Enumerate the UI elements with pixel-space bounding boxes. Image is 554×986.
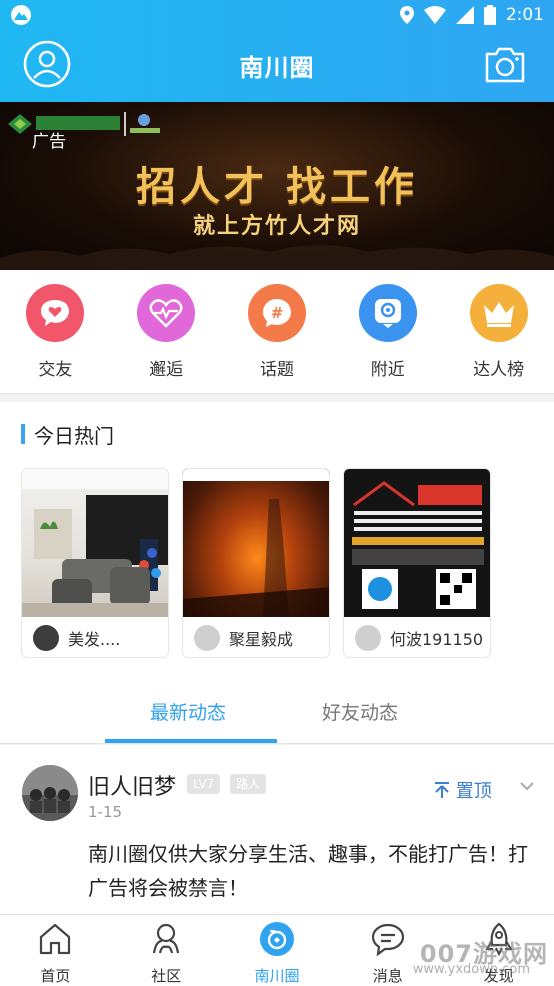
- quick-nav-encounter[interactable]: 邂逅: [111, 270, 222, 393]
- tab-friends[interactable]: 好友动态: [322, 698, 398, 725]
- hot-card[interactable]: 聚星毅成: [182, 468, 330, 658]
- message-icon: [371, 923, 404, 957]
- night-photo: [183, 469, 329, 617]
- hot-card[interactable]: 美发....: [21, 468, 169, 658]
- battery-icon: [483, 5, 496, 25]
- quick-nav: 交友 邂逅 # 话题 附近 达人榜: [0, 270, 554, 394]
- real-estate-ad-photo: [344, 469, 490, 617]
- bottom-nav-label: 南川圈: [254, 967, 300, 985]
- ad-banner[interactable]: 广告 招人才 找工作 就上方竹人才网: [0, 102, 554, 270]
- hashtag-icon: #: [247, 284, 306, 342]
- card-author: 美发....: [68, 630, 121, 649]
- rank-badge: 路人: [230, 774, 267, 794]
- bottom-nav-circle[interactable]: 南川圈: [222, 915, 333, 986]
- circle-camera-icon: [259, 922, 294, 956]
- quick-nav-friends[interactable]: 交友: [0, 270, 111, 393]
- app-header: 2:01 南川圈: [0, 0, 554, 102]
- page-title: 南川圈: [239, 54, 315, 82]
- app-notification-icon: [11, 5, 31, 25]
- quick-nav-topics[interactable]: # 话题: [222, 270, 333, 393]
- ad-label: 广告: [32, 132, 66, 152]
- post-content: 南川圈仅供大家分享生活、趣事，不能打广告！打广告将会被禁言！: [88, 842, 528, 900]
- home-icon: [40, 923, 71, 955]
- card-footer: 美发....: [22, 617, 168, 657]
- status-bar: 2:01: [0, 0, 554, 30]
- card-author: 何波191150: [390, 630, 484, 649]
- bottom-nav-label: 社区: [151, 967, 182, 985]
- community-icon: [153, 923, 180, 954]
- card-footer: 聚星毅成: [183, 617, 329, 657]
- quick-nav-label: 附近: [370, 360, 405, 380]
- level-badge: LV7: [187, 774, 221, 794]
- camera-icon[interactable]: [484, 44, 526, 84]
- post-date: 1-15: [88, 803, 123, 821]
- avatar: [33, 625, 59, 651]
- post-username[interactable]: 旧人旧梦: [88, 769, 176, 801]
- quick-nav-label: 交友: [38, 360, 73, 380]
- banner-headline: 招人才 找工作: [136, 164, 418, 210]
- quick-nav-label: 达人榜: [473, 360, 525, 380]
- pin-text: 置顶: [455, 781, 492, 802]
- heartbeat-icon: [137, 284, 196, 342]
- avatar: [194, 625, 220, 651]
- section-title: 今日热门: [34, 424, 114, 448]
- pin-top-icon: [435, 782, 449, 798]
- quick-nav-leaderboard[interactable]: 达人榜: [443, 270, 554, 393]
- bottom-nav-label: 首页: [40, 967, 71, 985]
- avatar: [355, 625, 381, 651]
- heart-chat-icon: [26, 284, 85, 342]
- svg-text:#: #: [271, 304, 284, 322]
- card-footer: 何波191150: [344, 617, 490, 657]
- wifi-icon: [423, 6, 446, 24]
- status-time: 2:01: [505, 5, 544, 25]
- feed-post[interactable]: 旧人旧梦 LV7 路人 1-15 置顶 南川圈仅供大家分享生活、趣事，不能打广告…: [0, 745, 554, 915]
- location-pin-icon: [358, 284, 417, 342]
- card-author: 聚星毅成: [229, 630, 294, 649]
- site-watermark-url: www.yxdown.com: [412, 962, 530, 977]
- chevron-down-icon[interactable]: [519, 779, 535, 793]
- banner-subline: 就上方竹人才网: [192, 214, 361, 239]
- tab-latest[interactable]: 最新动态: [150, 698, 226, 725]
- location-status-icon: [399, 6, 414, 24]
- feed-tabs: 最新动态 好友动态: [0, 690, 554, 744]
- active-tab-indicator: [105, 739, 277, 743]
- quick-nav-label: 话题: [259, 360, 294, 380]
- quick-nav-label: 邂逅: [149, 360, 184, 380]
- quick-nav-nearby[interactable]: 附近: [332, 270, 443, 393]
- signal-icon: [455, 6, 474, 24]
- forum-logo: [8, 112, 160, 136]
- hot-card[interactable]: 何波191150: [343, 468, 491, 658]
- banner-crowd-silhouette: [0, 245, 554, 270]
- pin-label: 置顶: [434, 777, 492, 803]
- section-accent-bar: [21, 424, 25, 444]
- avatar[interactable]: [22, 765, 78, 821]
- crown-icon: [469, 284, 528, 342]
- title-bar: 南川圈: [0, 30, 554, 102]
- bottom-nav-home[interactable]: 首页: [0, 915, 111, 986]
- salon-photo: [22, 469, 168, 617]
- bottom-nav-community[interactable]: 社区: [111, 915, 222, 986]
